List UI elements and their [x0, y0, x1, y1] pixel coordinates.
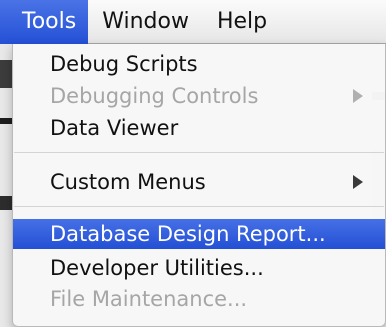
menu-item-developer-utilities[interactable]: Developer Utilities... — [13, 253, 385, 283]
menubar-help[interactable]: Help — [203, 0, 281, 44]
submenu-arrow-icon — [353, 89, 363, 103]
menu-item-custom-menus[interactable]: Custom Menus — [13, 167, 385, 197]
menu-item-database-design-report[interactable]: Database Design Report... — [13, 219, 385, 249]
menu-item-label: Debug Scripts — [50, 52, 198, 76]
tools-dropdown-menu: Debug Scripts Debugging Controls Data Vi… — [12, 44, 386, 327]
menubar-tools[interactable]: Tools — [0, 0, 89, 44]
menu-item-debugging-controls: Debugging Controls — [13, 81, 385, 111]
menu-item-label: Debugging Controls — [50, 84, 259, 108]
submenu-arrow-icon — [353, 175, 363, 189]
menu-item-data-viewer[interactable]: Data Viewer — [13, 113, 385, 143]
menu-bar: Tools Window Help — [0, 0, 386, 44]
menu-item-label: Developer Utilities... — [50, 256, 264, 280]
menu-item-label: File Maintenance... — [50, 287, 248, 311]
menubar-window[interactable]: Window — [88, 0, 203, 44]
menu-item-label: Data Viewer — [50, 116, 179, 140]
menu-item-debug-scripts[interactable]: Debug Scripts — [13, 49, 385, 79]
menu-item-file-maintenance: File Maintenance... — [13, 284, 385, 314]
menu-separator — [14, 152, 384, 153]
menu-item-label: Custom Menus — [50, 170, 206, 194]
menu-separator — [14, 206, 384, 207]
menu-item-label: Database Design Report... — [50, 222, 326, 246]
